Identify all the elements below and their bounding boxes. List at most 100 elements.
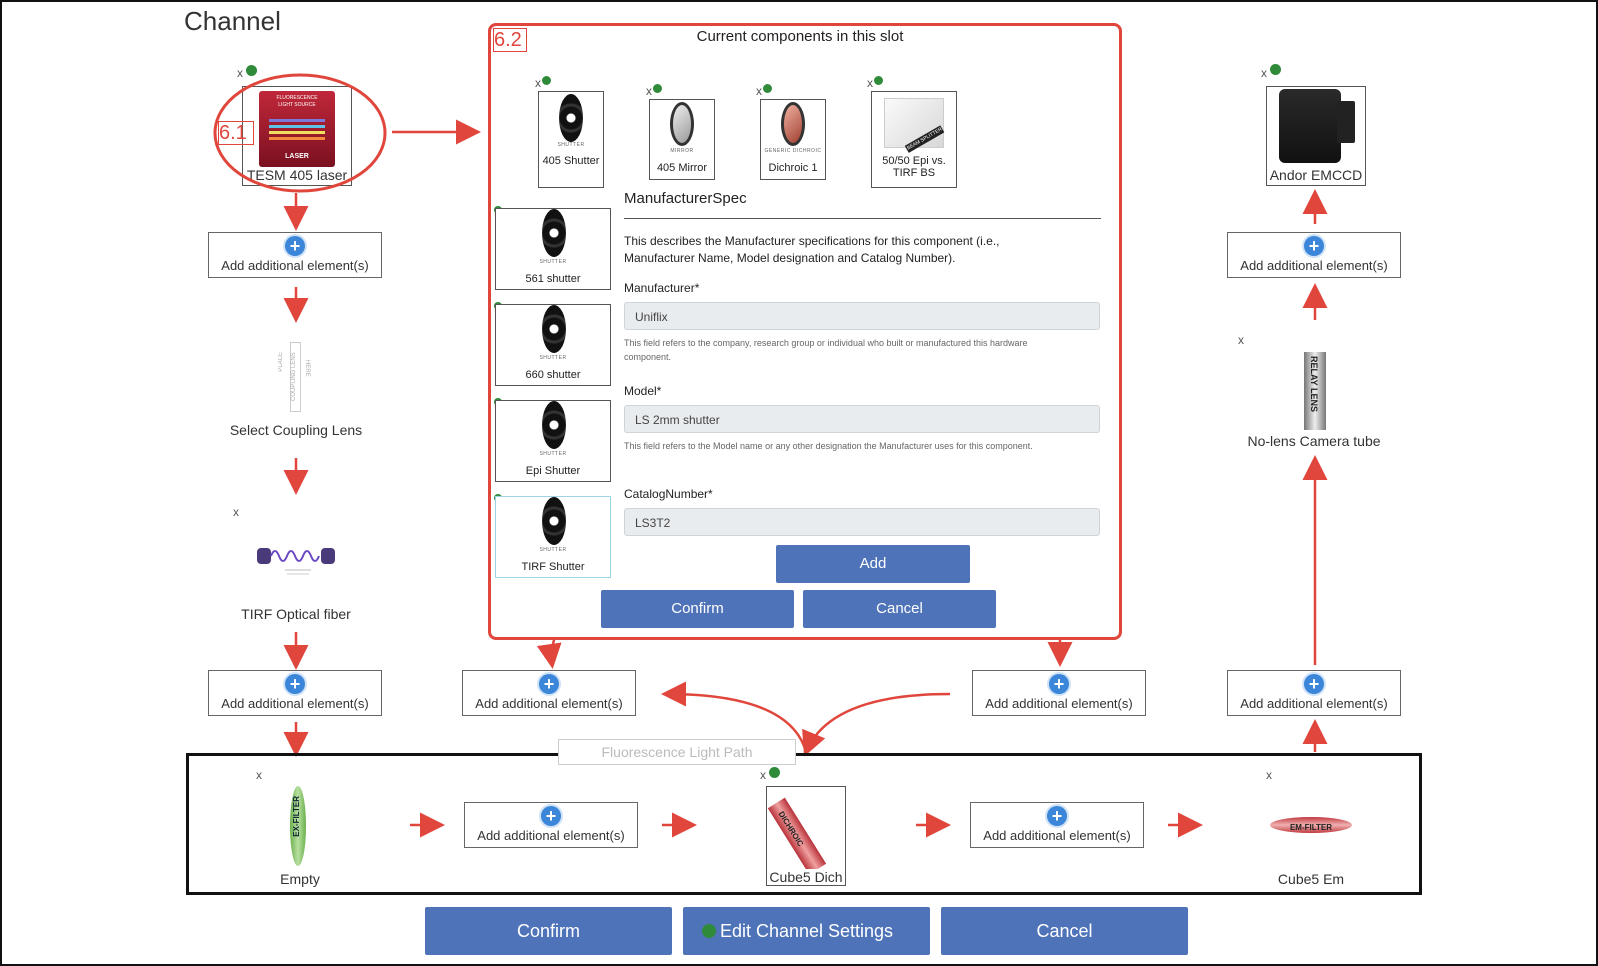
chain-item-beam-splitter[interactable]: BEAM SPLITTER 50/50 Epi vs. TIRF BS <box>871 91 957 188</box>
status-dot <box>702 924 716 938</box>
option-label: TIRF Shutter <box>521 561 585 573</box>
status-dot <box>1270 64 1281 75</box>
add-element-label: Add additional element(s) <box>221 696 369 711</box>
option-item[interactable]: SHUTTER 561 shutter <box>495 208 611 290</box>
component-caption: SHUTTER <box>557 142 585 148</box>
em-filter-art-text: EM-FILTER <box>1289 823 1333 832</box>
section-divider <box>624 218 1101 219</box>
option-label: 660 shutter <box>525 369 581 381</box>
add-element-label: Add additional element(s) <box>985 696 1133 711</box>
chain-item-label: 405 Mirror <box>656 162 708 174</box>
add-element-button[interactable]: + Add additional element(s) <box>970 802 1144 848</box>
camera-tube-label: No-lens Camera tube <box>1247 433 1381 449</box>
model-field[interactable]: LS 2mm shutter <box>624 405 1100 433</box>
component-caption: BEAM SPLITTER <box>904 125 945 153</box>
optical-fiber-icon[interactable] <box>255 544 339 578</box>
shutter-icon <box>542 401 566 449</box>
status-dot <box>874 76 883 85</box>
ex-filter-label: Empty <box>280 871 320 887</box>
dichroic-art-text: DICHROIC <box>776 809 806 849</box>
cancel-button[interactable]: Cancel <box>941 907 1188 955</box>
option-label: Epi Shutter <box>525 465 581 477</box>
status-dot <box>763 84 772 93</box>
remove-icon[interactable]: x <box>646 84 652 98</box>
ex-filter-icon[interactable]: EX-FILTER <box>290 786 306 866</box>
confirm-button[interactable]: Confirm <box>425 907 672 955</box>
remove-icon[interactable]: x <box>535 76 541 90</box>
add-element-label: Add additional element(s) <box>221 258 369 273</box>
status-dot <box>653 84 662 93</box>
em-filter-label: Cube5 Em <box>1277 871 1345 887</box>
shutter-icon <box>542 209 566 257</box>
remove-icon[interactable]: x <box>233 505 239 519</box>
add-element-label: Add additional element(s) <box>475 696 623 711</box>
dichroic-element[interactable]: DICHROIC Cube5 Dich <box>766 786 846 886</box>
light-path-title: Fluorescence Light Path <box>558 739 796 765</box>
panel-confirm-button[interactable]: Confirm <box>601 590 794 628</box>
catalog-number-field[interactable]: LS3T2 <box>624 508 1100 536</box>
add-icon: + <box>1304 674 1324 694</box>
remove-icon[interactable]: x <box>756 84 762 98</box>
add-element-button[interactable]: + Add additional element(s) <box>972 670 1146 716</box>
add-element-button[interactable]: + Add additional element(s) <box>1227 670 1401 716</box>
chain-item-label: 405 Shutter <box>542 155 600 167</box>
camera-icon <box>1279 89 1341 163</box>
component-caption: SHUTTER <box>539 547 567 553</box>
chain-item-mirror[interactable]: MIRROR 405 Mirror <box>649 99 715 180</box>
em-filter-icon[interactable]: EM-FILTER <box>1270 817 1352 833</box>
add-icon: + <box>285 236 305 256</box>
chain-item-dichroic[interactable]: GENERIC DICHROIC Dichroic 1 <box>760 99 826 180</box>
manufacturer-field[interactable]: Uniflix <box>624 302 1100 330</box>
add-element-button[interactable]: + Add additional element(s) <box>208 670 382 716</box>
edit-channel-settings-button[interactable]: Edit Channel Settings <box>683 907 930 955</box>
remove-icon[interactable]: x <box>256 768 262 782</box>
relay-lens-icon[interactable]: RELAY LENS <box>1304 352 1326 430</box>
add-icon: + <box>1304 236 1324 256</box>
add-icon: + <box>1047 806 1067 826</box>
component-caption: SHUTTER <box>539 355 567 361</box>
status-dot <box>769 767 780 778</box>
remove-icon[interactable]: x <box>867 76 873 90</box>
remove-icon[interactable]: x <box>1261 66 1267 80</box>
add-element-button[interactable]: + Add additional element(s) <box>464 802 638 848</box>
option-item[interactable]: SHUTTER Epi Shutter <box>495 400 611 482</box>
option-item[interactable]: SHUTTER 660 shutter <box>495 304 611 386</box>
dichroic-filter-icon: DICHROIC <box>767 797 827 875</box>
coupling-lens-label: Select Coupling Lens <box>229 422 363 438</box>
chain-item-label: 50/50 Epi vs. TIRF BS <box>882 155 946 179</box>
coupling-lens-art-text: PLACE <box>278 352 284 372</box>
add-element-button[interactable]: + Add additional element(s) <box>1227 232 1401 278</box>
annotation-badge-2: 6.2 <box>493 28 527 52</box>
component-caption: SHUTTER <box>539 451 567 457</box>
dichroic-label: Cube5 Dich <box>767 869 845 885</box>
component-caption: GENERIC DICHROIC <box>764 148 822 154</box>
panel-cancel-button[interactable]: Cancel <box>803 590 996 628</box>
annotation-badge-1: 6.1 <box>218 121 254 145</box>
add-icon: + <box>539 674 559 694</box>
add-element-button[interactable]: + Add additional element(s) <box>208 232 382 278</box>
add-icon: + <box>285 674 305 694</box>
dichroic-icon <box>781 102 805 146</box>
optical-fiber-label: TIRF Optical fiber <box>241 606 351 622</box>
coupling-lens-placeholder-icon[interactable]: PLACE COUPLING LENS HERE <box>278 342 314 412</box>
model-label: Model* <box>624 384 662 398</box>
remove-icon[interactable]: x <box>1238 333 1244 347</box>
slot-panel-title: Current components in this slot <box>696 28 904 45</box>
option-item[interactable]: SHUTTER TIRF Shutter <box>495 496 611 578</box>
spec-description: This describes the Manufacturer specific… <box>624 234 1000 265</box>
relay-lens-art-text: RELAY LENS <box>1309 356 1319 413</box>
shutter-icon <box>542 497 566 545</box>
manufacturer-help: This field refers to the company, resear… <box>624 338 1028 362</box>
camera-element[interactable]: Andor EMCCD <box>1266 86 1366 186</box>
remove-icon[interactable]: x <box>1266 768 1272 782</box>
add-button[interactable]: Add <box>776 545 970 583</box>
model-help: This field refers to the Model name or a… <box>624 441 1033 451</box>
chain-item-shutter[interactable]: SHUTTER 405 Shutter <box>538 91 604 188</box>
coupling-lens-art-text: HERE <box>304 360 310 377</box>
option-label: 561 shutter <box>525 273 581 285</box>
remove-icon[interactable]: x <box>760 768 766 782</box>
component-caption: MIRROR <box>670 148 694 154</box>
shutter-icon <box>542 305 566 353</box>
add-element-button[interactable]: + Add additional element(s) <box>462 670 636 716</box>
shutter-icon <box>559 94 583 142</box>
